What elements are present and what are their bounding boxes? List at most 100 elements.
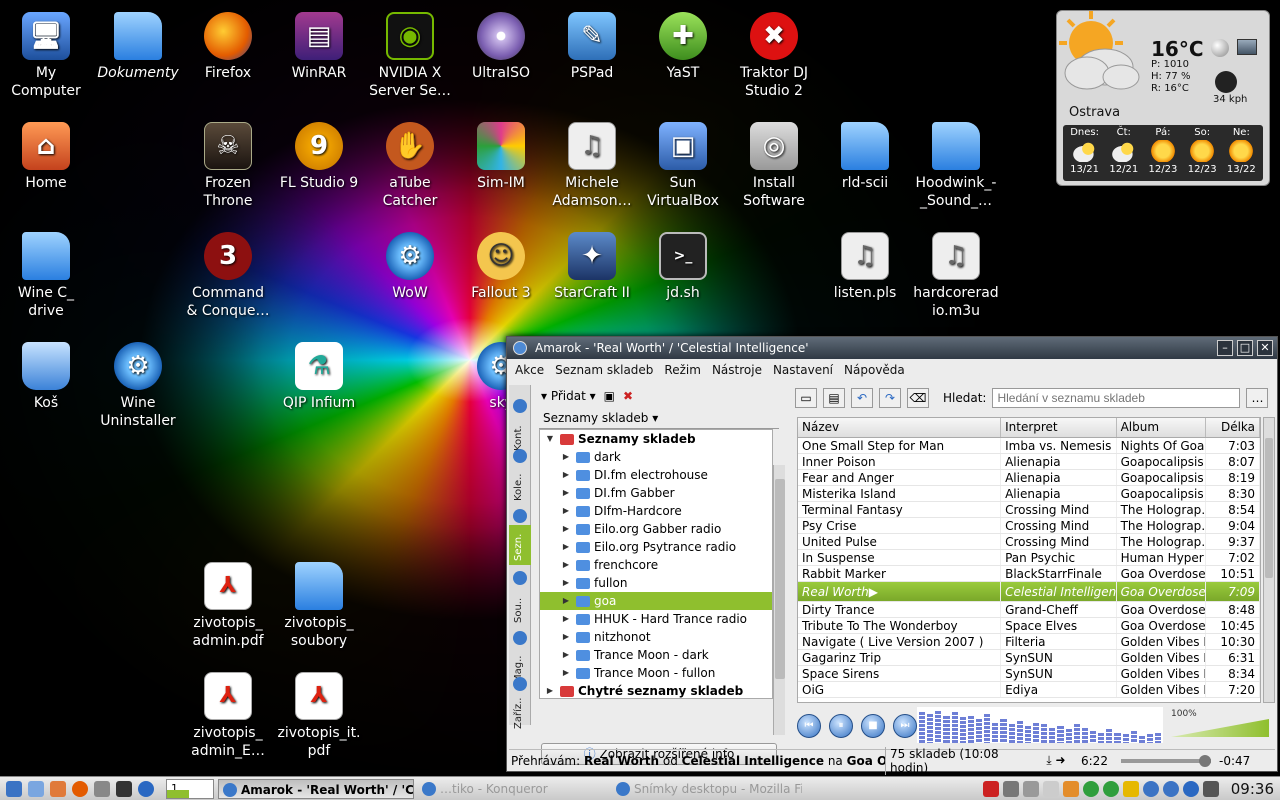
filter-options-button[interactable]: … <box>1246 388 1269 408</box>
window-titlebar[interactable]: Amarok - 'Real Worth' / 'Celestial Intel… <box>507 337 1277 359</box>
desktop-icon[interactable]: ⅄ zivotopis_it. pdf <box>273 672 365 760</box>
playlist-row[interactable]: Psy Crise Crossing Mind The Holograp… 9:04 <box>798 518 1260 534</box>
expanded-arrow-icon[interactable]: ▼ <box>544 430 556 448</box>
clear-playlist-icon[interactable]: ▭ <box>795 388 817 408</box>
side-tab[interactable]: Kole.. <box>509 465 531 505</box>
desktop-icon[interactable]: ✚ YaST <box>637 12 729 82</box>
tree-item[interactable]: ▶ DI.fm electrohouse <box>540 466 772 484</box>
previous-icon[interactable]: ⏮ <box>797 714 821 738</box>
desktop-icon[interactable]: ♫ hardcorerad io.m3u <box>910 232 1002 320</box>
update-icon[interactable] <box>1082 780 1099 797</box>
tree-item[interactable]: ▶ Trance Moon - fullon <box>540 664 772 682</box>
playlist-row[interactable]: Inner Poison Alienapia Goapocalipsis 8:07 <box>798 454 1260 470</box>
kde-menu-icon[interactable] <box>6 780 22 797</box>
tree-item[interactable]: ▶ fullon <box>540 574 772 592</box>
desktop-icon[interactable]: ◎ Install Software <box>728 122 820 210</box>
close-button[interactable]: ✕ <box>1257 340 1273 356</box>
playlist-row[interactable]: United Pulse Crossing Mind The Holograp… 9:… <box>798 534 1260 550</box>
menu-item[interactable]: Akce <box>515 363 544 377</box>
desktop-icon[interactable]: ✎ PSPad <box>546 12 638 82</box>
playlist-scroll-thumb[interactable] <box>1265 438 1273 578</box>
bluetooth-icon[interactable] <box>1142 780 1159 797</box>
view-toggle-icon[interactable]: ▣ <box>604 389 615 403</box>
globe-icon[interactable] <box>1211 39 1229 57</box>
desktop-icon[interactable]: ✖ Traktor DJ Studio 2 <box>728 12 820 100</box>
network-status-icon[interactable] <box>1022 780 1039 797</box>
playlist-row[interactable]: Rabbit Marker BlackStarrFinale Goa Overdos… <box>798 566 1260 582</box>
firefox-icon[interactable] <box>72 780 88 797</box>
desktop-icon[interactable]: rld-scii <box>819 122 911 192</box>
playlist-search-input[interactable] <box>992 388 1241 408</box>
playlist-row[interactable]: OiG Ediya Golden Vibes II 7:20 <box>798 682 1260 698</box>
menu-item[interactable]: Nastavení <box>773 363 833 377</box>
tree-scrollbar[interactable] <box>773 465 785 735</box>
desktop-icon[interactable]: ▤ WinRAR <box>273 12 365 82</box>
tree-item[interactable]: ▶ Eilo.org Gabber radio <box>540 520 772 538</box>
side-tab[interactable]: Sezn. <box>509 525 531 565</box>
playlist-row[interactable]: In SuspensePan PsychicHuman Hyper…7:02 <box>798 550 1260 566</box>
volume-wedge[interactable] <box>1171 719 1269 737</box>
network-icon[interactable] <box>138 780 154 797</box>
column-header[interactable]: Délka <box>1206 418 1260 437</box>
collapsed-arrow-icon[interactable]: ▶ <box>544 682 556 698</box>
playlist-row[interactable]: Space Sirens SynSUN Golden Vibes II 8:34 <box>798 666 1260 682</box>
collapsed-arrow-icon[interactable]: ▶ <box>560 484 572 502</box>
playlist-row[interactable]: Fear and Anger Alienapia Goapocalipsis 8:19 <box>798 470 1260 486</box>
desktop-icon[interactable]: Koš <box>0 342 92 412</box>
desktop-icon[interactable]: ⅄ zivotopis_ admin_E… <box>182 672 274 760</box>
add-button[interactable]: ▾ Přidat ▾ <box>541 389 596 403</box>
playlist-row[interactable]: One Small Step for Man Imba vs. Nemesis Ni… <box>798 438 1260 454</box>
menu-item[interactable]: Nástroje <box>712 363 762 377</box>
playlist-row[interactable]: Gagarinz Trip SynSUN Golden Vibes II 6:31 <box>798 650 1260 666</box>
collapsed-arrow-icon[interactable]: ▶ <box>560 538 572 556</box>
weather-widget[interactable]: 16°C P: 1010 H: 77 % R: 16°C 34 kph Ostr… <box>1056 10 1270 186</box>
remove-icon[interactable]: ✖ <box>623 389 633 403</box>
clock[interactable]: 09:36 <box>1231 780 1274 798</box>
redo-icon[interactable]: ↷ <box>879 388 901 408</box>
volume-icon[interactable] <box>1002 780 1019 797</box>
clear-filter-icon[interactable]: ⌫ <box>907 388 929 408</box>
desktop-icon[interactable]: Firefox <box>182 12 274 82</box>
volume-slider[interactable]: 100% <box>1171 709 1271 739</box>
menu-item[interactable]: Režim <box>664 363 701 377</box>
desktop-icon[interactable]: Sim-IM <box>455 122 547 192</box>
collapsed-arrow-icon[interactable]: ▶ <box>560 592 572 610</box>
amarok-icon[interactable] <box>513 341 527 355</box>
desktop-icon[interactable]: ⚗ QIP Infium <box>273 342 365 412</box>
collapsed-arrow-icon[interactable]: ▶ <box>560 664 572 682</box>
desktop-icon[interactable]: Dokumenty <box>92 12 184 82</box>
keyboard-layout-icon[interactable] <box>982 780 999 797</box>
collapsed-arrow-icon[interactable]: ▶ <box>560 502 572 520</box>
hp-icon[interactable] <box>1182 780 1199 797</box>
side-tab[interactable]: Zaříz.. <box>509 693 531 733</box>
column-header[interactable]: Název <box>798 418 1002 437</box>
collapsed-arrow-icon[interactable]: ▶ <box>560 448 572 466</box>
desktop-icon[interactable]: ▣ Sun VirtualBox <box>637 122 729 210</box>
undo-icon[interactable]: ↶ <box>851 388 873 408</box>
collapsed-arrow-icon[interactable]: ▶ <box>560 646 572 664</box>
maximize-button[interactable]: □ <box>1237 340 1253 356</box>
spectrum-analyzer[interactable] <box>917 707 1163 743</box>
radar-map-icon[interactable] <box>1237 39 1257 55</box>
menu-item[interactable]: Nápověda <box>844 363 905 377</box>
tree-scroll-thumb[interactable] <box>775 479 785 679</box>
desktop-icon[interactable]: ⌂ Home <box>0 122 92 192</box>
tree-item[interactable]: ▶ Trance Moon - dark <box>540 646 772 664</box>
desktop-icon[interactable]: 🖥 My Computer <box>0 12 92 100</box>
tree-item[interactable]: ▶ Eilo.org Psytrance radio <box>540 538 772 556</box>
side-tab-icon[interactable] <box>513 571 527 585</box>
tree-item[interactable]: ▶ DIfm-Hardcore <box>540 502 772 520</box>
desktop-icon[interactable]: >_ jd.sh <box>637 232 729 302</box>
stop-icon[interactable]: ■ <box>861 714 885 738</box>
desktop-icon[interactable]: ✦ StarCraft II <box>546 232 638 302</box>
playlist-row[interactable]: Tribute To The Wonderboy Space Elves Goa O… <box>798 618 1260 634</box>
collapsed-arrow-icon[interactable]: ▶ <box>560 556 572 574</box>
position-slider[interactable] <box>1121 754 1211 767</box>
desktop-icon[interactable]: ♫ Michele Adamson… <box>546 122 638 210</box>
menu-item[interactable]: Seznam skladeb <box>555 363 653 377</box>
desktop-icon[interactable]: 3 Command & Conque… <box>182 232 274 320</box>
tree-item[interactable]: ▶ nitzhonot <box>540 628 772 646</box>
desktop-icon[interactable]: zivotopis_ soubory <box>273 562 365 650</box>
playlist-row[interactable]: Terminal Fantasy Crossing Mind The Hologra… <box>798 502 1260 518</box>
collapsed-arrow-icon[interactable]: ▶ <box>560 574 572 592</box>
